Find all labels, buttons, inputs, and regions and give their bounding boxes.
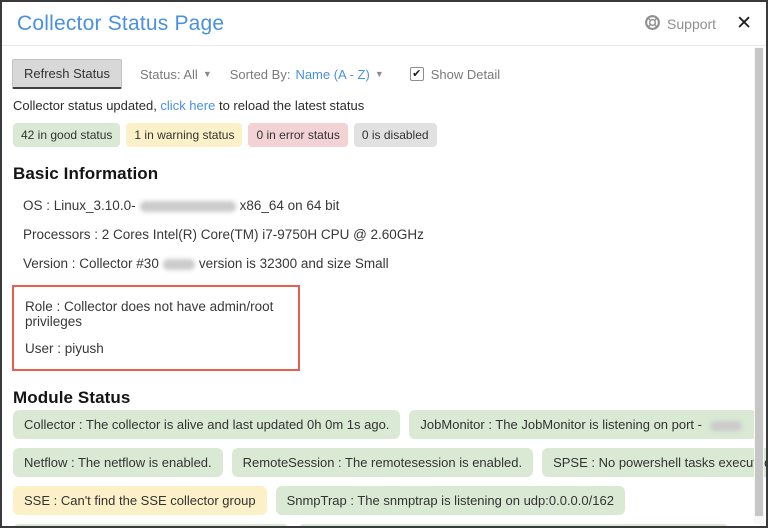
- support-label: Support: [667, 15, 717, 32]
- support-button[interactable]: Support: [644, 14, 716, 34]
- sorted-by-dropdown[interactable]: Sorted By: Name (A - Z) ▼: [230, 67, 384, 82]
- status-filter-label: Status: All: [140, 66, 198, 82]
- redacted-os-version: [139, 200, 236, 212]
- life-ring-icon: [644, 14, 661, 34]
- checkbox-checked-icon[interactable]: ✔: [409, 67, 424, 81]
- watchdog-module-badge: Watchdog : The collector watchdog is ali…: [298, 524, 730, 526]
- dialog-content: Refresh Status Status: All ▼ Sorted By: …: [2, 46, 766, 526]
- status-updated-line: Collector status updated, click here to …: [13, 98, 746, 113]
- chevron-down-icon: ▼: [374, 69, 384, 79]
- status-updated-suffix: to reload the latest status: [215, 98, 365, 113]
- module-badge-row: Collector : The collector is alive and l…: [13, 410, 757, 448]
- snmptrap-module-badge: SnmpTrap : The snmptrap is listening on …: [275, 486, 625, 515]
- good-status-badge: 42 in good status: [13, 123, 121, 147]
- redacted-port-number: [709, 420, 742, 431]
- spse-module-badge: SPSE : No powershell tasks executed yet: [542, 448, 766, 477]
- module-badge-row: SSE : Can't find the SSE collector group…: [13, 486, 746, 524]
- version-text-suffix: version is 32300 and size Small: [198, 256, 389, 271]
- refresh-status-button[interactable]: Refresh Status: [12, 59, 122, 89]
- redacted-collector-id: [162, 258, 195, 270]
- dialog-header: Collector Status Page Support ✕: [2, 2, 766, 46]
- status-filter-dropdown[interactable]: Status: All ▼: [140, 67, 212, 82]
- chevron-down-icon: ▼: [202, 69, 212, 79]
- summary-badges: 42 in good status 1 in warning status 0 …: [13, 123, 746, 147]
- jobmonitor-module-badge: JobMonitor : The JobMonitor is listening…: [409, 410, 757, 439]
- sorted-by-value: Name (A - Z): [295, 66, 370, 82]
- os-text-prefix: OS : Linux_3.10.0-: [23, 198, 136, 213]
- basic-information-heading: Basic Information: [13, 164, 159, 183]
- syslog-module-badge: Syslog : The syslog is listening on port…: [13, 524, 290, 526]
- module-badge-row: Netflow : The netflow is enabled. Remote…: [13, 448, 766, 486]
- click-here-link[interactable]: click here: [160, 98, 215, 113]
- processors-info-line: Processors : 2 Cores Intel(R) Core(TM) i…: [23, 227, 424, 242]
- collector-module-badge: Collector : The collector is alive and l…: [13, 410, 401, 439]
- jobmonitor-badge-text: JobMonitor : The JobMonitor is listening…: [420, 417, 706, 432]
- sorted-by-label: Sorted By:: [229, 66, 291, 82]
- version-info-line: Version : Collector #30 version is 32300 …: [23, 256, 746, 271]
- netflow-module-badge: Netflow : The netflow is enabled.: [13, 448, 223, 477]
- role-info-line: Role : Collector does not have admin/roo…: [25, 299, 274, 329]
- disabled-status-badge: 0 is disabled: [353, 123, 437, 147]
- page-title: Collector Status Page: [17, 11, 225, 35]
- close-icon[interactable]: ✕: [736, 14, 752, 33]
- version-text-prefix: Version : Collector #30: [23, 256, 159, 271]
- role-user-highlight-box: Role : Collector does not have admin/roo…: [12, 285, 300, 371]
- scrollbar-thumb[interactable]: [755, 48, 763, 516]
- warning-status-badge: 1 in warning status: [126, 123, 243, 147]
- toolbar: Refresh Status Status: All ▼ Sorted By: …: [12, 59, 746, 89]
- remotesession-module-badge: RemoteSession : The remotesession is ena…: [231, 448, 534, 477]
- user-info-line: User : piyush: [25, 341, 104, 356]
- status-updated-prefix: Collector status updated,: [13, 98, 161, 113]
- show-detail-toggle[interactable]: ✔ Show Detail: [409, 66, 501, 82]
- os-info-line: OS : Linux_3.10.0- x86_64 on 64 bit: [23, 198, 746, 213]
- header-actions: Support ✕: [644, 14, 752, 34]
- error-status-badge: 0 in error status: [248, 123, 348, 147]
- os-text-suffix: x86_64 on 64 bit: [239, 198, 340, 213]
- show-detail-label: Show Detail: [430, 66, 501, 82]
- module-status-badges: Collector : The collector is alive and l…: [13, 410, 766, 526]
- sse-module-badge: SSE : Can't find the SSE collector group: [13, 486, 267, 515]
- module-badge-row: Syslog : The syslog is listening on port…: [13, 524, 746, 526]
- module-status-heading: Module Status: [13, 388, 131, 407]
- collector-status-dialog: Collector Status Page Support ✕ Refresh …: [0, 0, 768, 528]
